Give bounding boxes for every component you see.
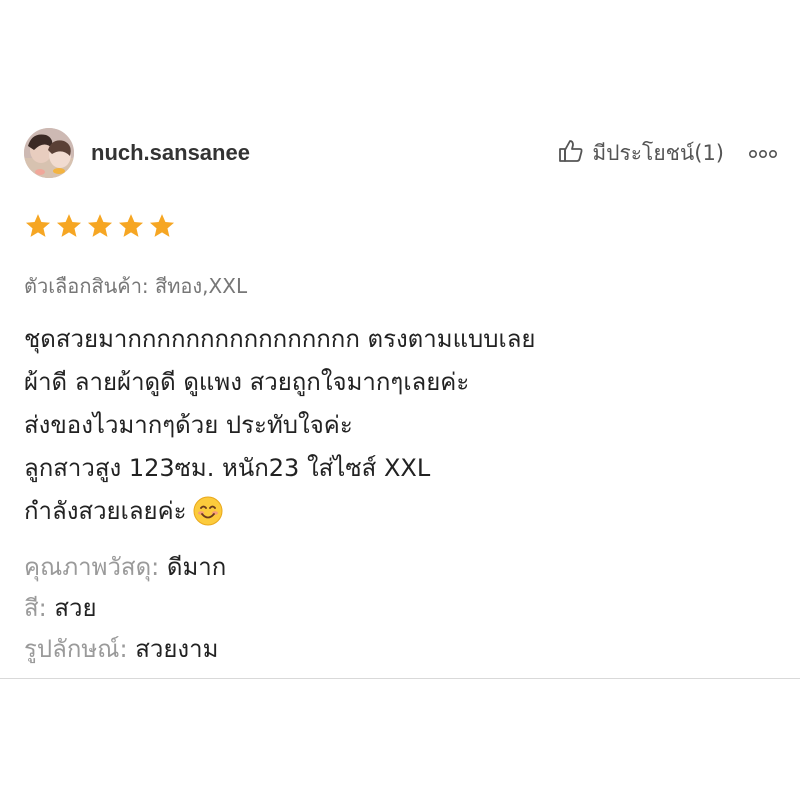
review-text: ชุดสวยมากกกกกกกกกกกกกกกก ตรงตามแบบเลย ผ้… [24, 318, 764, 533]
more-options-button[interactable] [746, 139, 780, 167]
helpful-button[interactable]: มีประโยชน์(1) [558, 139, 724, 167]
attribute-label: สี: [24, 594, 47, 622]
helpful-label: มีประโยชน์(1) [592, 140, 724, 165]
attribute-label: คุณภาพวัสดุ: [24, 553, 160, 581]
star-icon [148, 212, 176, 244]
attribute-material-quality: คุณภาพวัสดุ: ดีมาก [24, 547, 226, 588]
star-icon [86, 212, 114, 244]
star-icon [117, 212, 145, 244]
avatar[interactable] [24, 128, 74, 178]
review-text-line: ผ้าดี ลายผ้าดูดี ดูแพง สวยถูกใจมากๆเลยค่… [24, 368, 470, 396]
attribute-label: รูปลักษณ์: [24, 635, 128, 663]
thumbs-up-icon [558, 138, 592, 169]
product-variant: ตัวเลือกสินค้า: สีทอง,XXL [24, 274, 248, 298]
attribute-color: สี: สวย [24, 588, 226, 629]
attribute-value: ดีมาก [166, 553, 227, 581]
attribute-value: สวย [54, 594, 97, 622]
review-text-line: ลูกสาวสูง 123ซม. หนัก23 ใส่ไซส์ XXL [24, 454, 431, 482]
review-attributes: คุณภาพวัสดุ: ดีมาก สี: สวย รูปลักษณ์: สว… [24, 547, 226, 670]
review-text-line: กำลังสวยเลยค่ะ [24, 497, 187, 525]
star-icon [55, 212, 83, 244]
review-text-line: ชุดสวยมากกกกกกกกกกกกกกกก ตรงตามแบบเลย [24, 325, 536, 353]
star-icon [24, 212, 52, 244]
review-text-line-last: กำลังสวยเลยค่ะ [24, 490, 764, 533]
more-dots-icon [748, 144, 778, 163]
username[interactable]: nuch.sansanee [91, 140, 250, 166]
review-header: nuch.sansanee มีประโยชน์(1) [24, 126, 780, 180]
attribute-appearance: รูปลักษณ์: สวยงาม [24, 629, 226, 670]
attribute-value: สวยงาม [135, 635, 219, 663]
smiling-face-emoji [193, 496, 223, 540]
star-rating [24, 212, 176, 244]
divider [0, 678, 800, 679]
review-card: nuch.sansanee มีประโยชน์(1) ตัวเลือกสินค… [0, 0, 800, 680]
review-text-line: ส่งของไวมากๆด้วย ประทับใจค่ะ [24, 411, 353, 439]
